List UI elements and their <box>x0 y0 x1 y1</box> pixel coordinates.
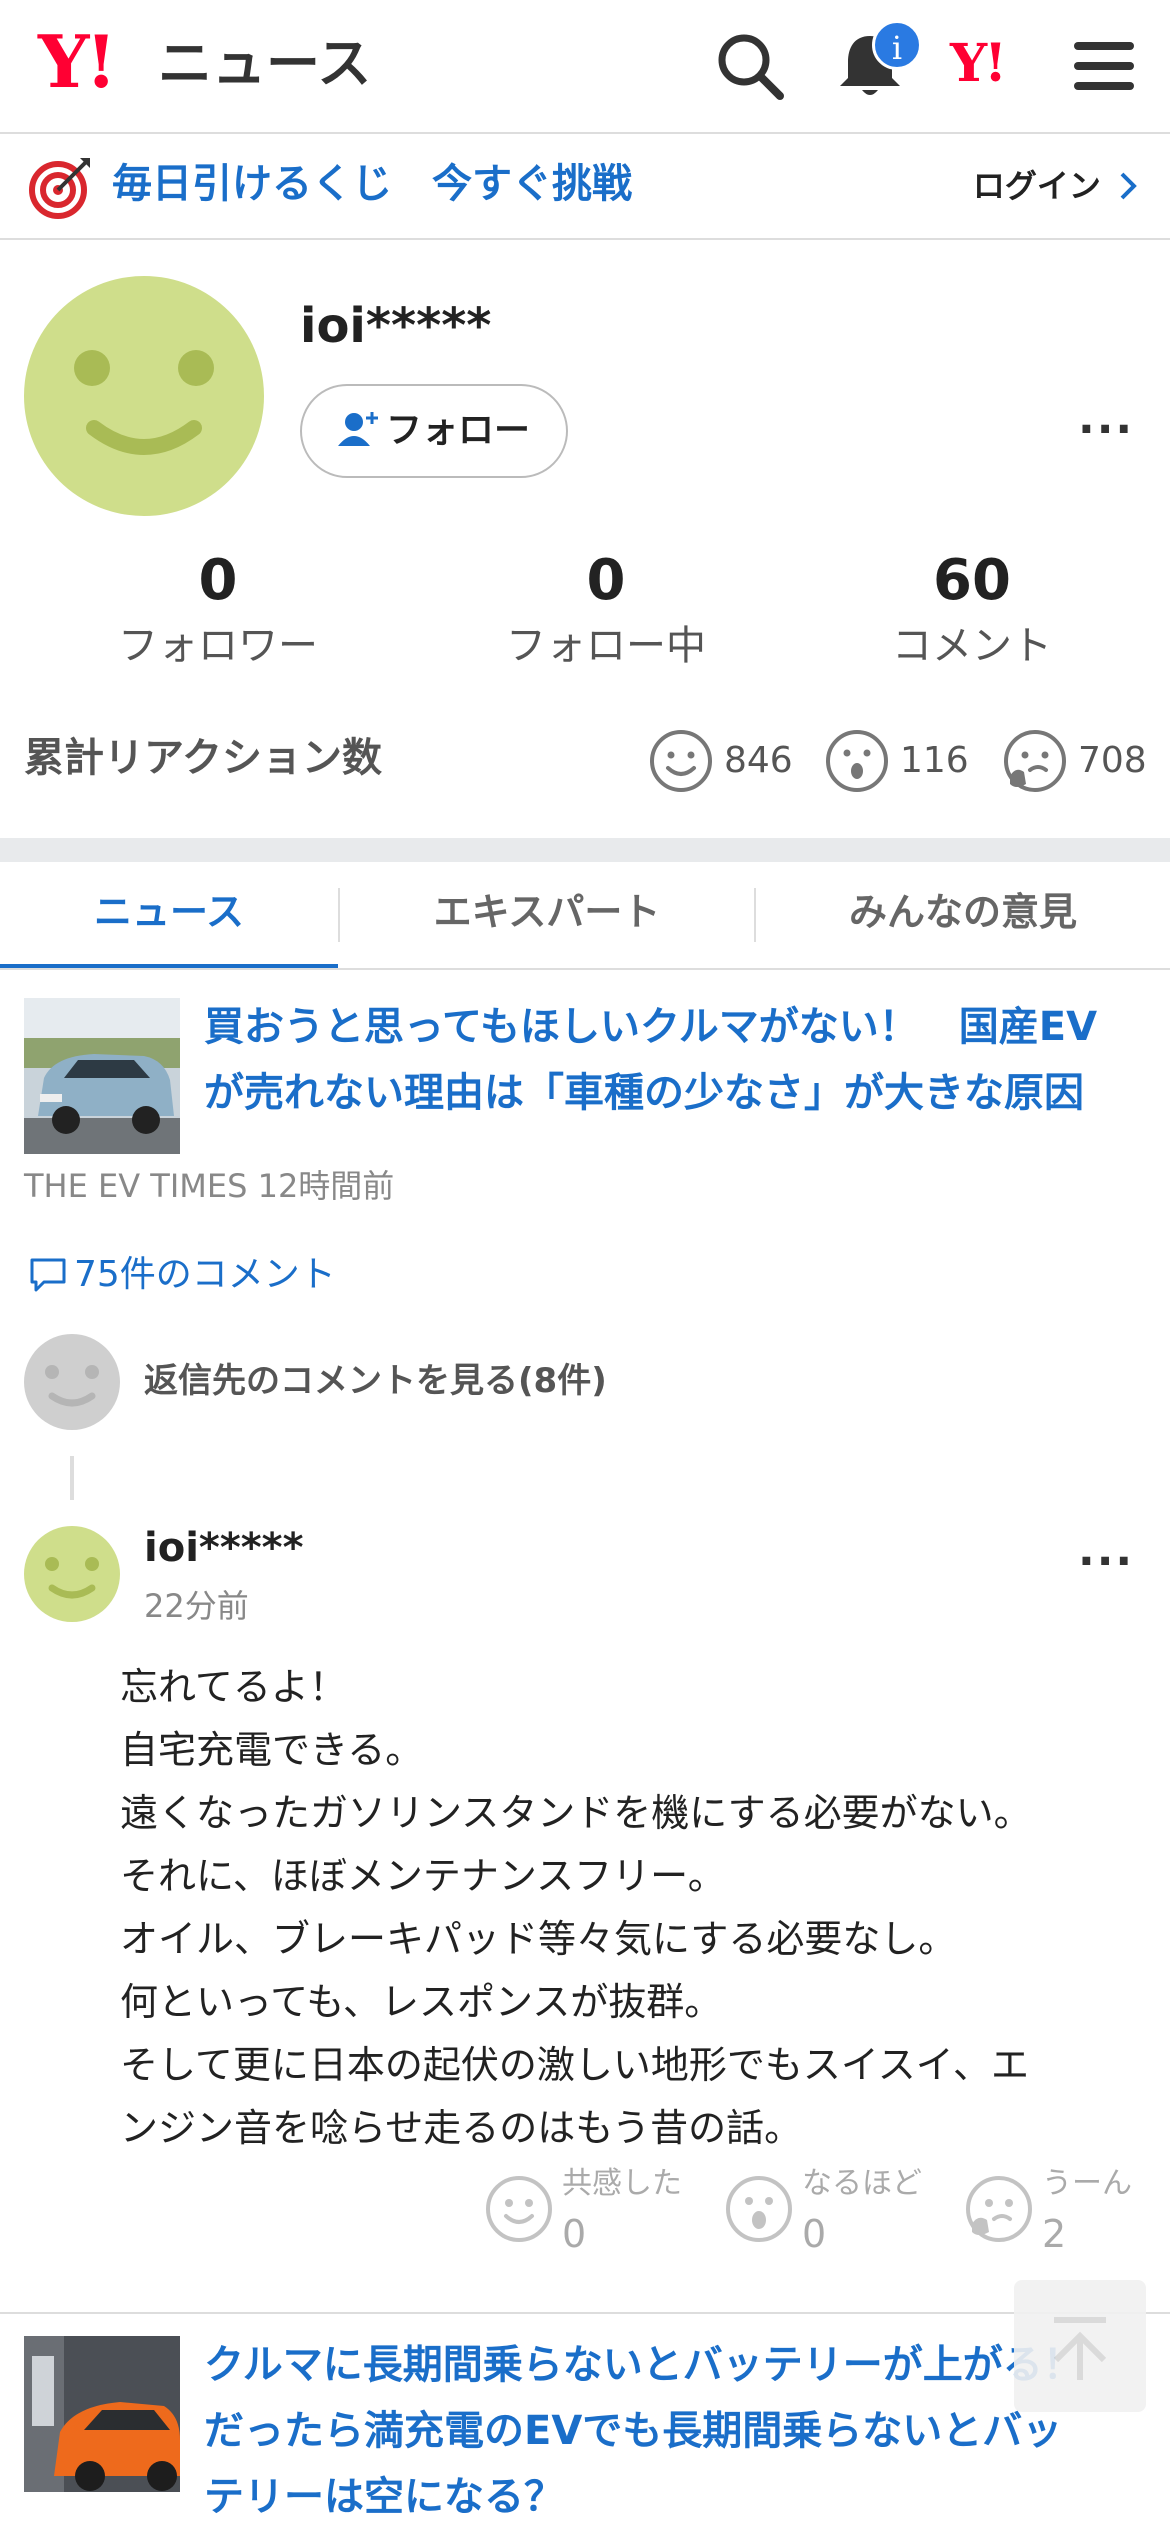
login-label: ログイン <box>972 167 1101 205</box>
comment-line: 何といっても、レスポンスが抜群。 <box>120 1980 723 2024</box>
notification-badge: i <box>872 20 922 70</box>
comment-bubble-icon <box>30 1258 66 1292</box>
search-icon[interactable] <box>712 28 788 104</box>
yahoo-logo[interactable]: Y! <box>38 22 117 102</box>
tab-expert[interactable]: エキスパート <box>340 862 754 970</box>
following-label[interactable]: フォロー中 <box>456 618 756 674</box>
app-header: Y! ニュース i Y! <box>0 0 1170 134</box>
article-title-line: 買おうと思ってもほしいクルマがない！ 国産EV <box>204 1004 1098 1050</box>
smiley-avatar-icon <box>74 350 214 455</box>
target-icon <box>29 158 90 219</box>
profile-avatar <box>24 276 264 516</box>
comments-label[interactable]: コメント <box>822 618 1122 674</box>
article-title-link[interactable]: 買おうと思ってもほしいクルマがない！ 国産EV が売れない理由は「車種の少なさ」… <box>204 994 1150 1126</box>
hmm-button[interactable] <box>964 2174 1034 2244</box>
profile-username: ioi***** <box>300 298 492 354</box>
comment-username[interactable]: ioi***** <box>144 1520 304 1576</box>
article-comments-link[interactable]: 75件のコメント <box>28 1250 336 1300</box>
smiley-avatar-icon <box>45 1557 99 1599</box>
comments-link-label: 75件のコメント <box>74 1254 336 1295</box>
item-divider <box>0 2312 1170 2314</box>
insightful-button[interactable] <box>724 2174 794 2244</box>
arrow-up-icon <box>1053 2317 1107 2380</box>
comment-line: 自宅充電できる。 <box>120 1728 424 1772</box>
comment-line: そして更に日本の起伏の激しい地形でもスイスイ、エ <box>120 2043 1029 2087</box>
reply-parent-avatar <box>24 1334 120 1430</box>
article-thumbnail-image[interactable] <box>24 2336 180 2492</box>
tab-opinions[interactable]: みんなの意見 <box>756 862 1170 970</box>
empathize-label: 共感した <box>562 2166 682 2201</box>
followers-label[interactable]: フォロワー <box>68 618 368 674</box>
thread-connector-line <box>70 1456 74 1500</box>
following-count[interactable]: 0 <box>456 548 756 614</box>
tabs-bottom-border <box>0 968 1170 970</box>
reaction-count-smile: 846 <box>724 740 793 781</box>
comment-line: それに、ほぼメンテナンスフリー。 <box>120 1854 726 1898</box>
section-separator <box>0 838 1170 862</box>
promo-bar: 毎日引けるくじ 今すぐ挑戦 ログイン <box>0 134 1170 240</box>
insightful-count: 0 <box>802 2212 827 2256</box>
hmm-count: 2 <box>1042 2212 1067 2256</box>
view-reply-target-link[interactable]: 返信先のコメントを見る(8件) <box>144 1356 607 1406</box>
article-title-link[interactable]: クルマに長期間乗らないとバッテリーが上がる！ だったら満充電のEVでも長期間乗ら… <box>204 2332 1150 2530</box>
profile-more-button[interactable]: ··· <box>1078 408 1134 452</box>
comment-user-avatar[interactable] <box>24 1526 120 1622</box>
article-thumbnail-image[interactable] <box>24 998 180 1154</box>
smile-face-icon <box>650 730 712 792</box>
followers-count[interactable]: 0 <box>68 548 368 614</box>
article-source-time: THE EV TIMES 12時間前 <box>24 1167 395 1205</box>
empathize-button[interactable] <box>484 2174 554 2244</box>
follow-label: フォロー <box>385 410 530 451</box>
comment-line: 忘れてるよ！ <box>120 1665 347 1709</box>
reaction-count-thinking: 708 <box>1078 740 1147 781</box>
article-title-line: が売れない理由は「車種の少なさ」が大きな原因 <box>204 1070 1084 1116</box>
tab-news[interactable]: ニュース <box>0 862 338 970</box>
login-link[interactable]: ログイン <box>973 164 1140 208</box>
add-user-icon <box>337 412 378 446</box>
hmm-label: うーん <box>1042 2166 1132 2201</box>
smiley-avatar-icon <box>45 1365 99 1407</box>
article-title-line: だったら満充電のEVでも長期間乗らないとバッ <box>204 2408 1063 2454</box>
comment-line: ンジン音を唸らせ走るのはもう昔の話。 <box>120 2106 803 2150</box>
insightful-label: なるほど <box>802 2166 922 2201</box>
comments-count[interactable]: 60 <box>822 548 1122 614</box>
back-to-top-button[interactable] <box>1014 2280 1146 2412</box>
reaction-count-surprised: 116 <box>900 740 969 781</box>
article-title-line: クルマに長期間乗らないとバッテリーが上がる！ <box>204 2342 1083 2388</box>
thinking-face-icon <box>1004 730 1066 792</box>
comment-body: 忘れてるよ！ 自宅充電できる。 遠くなったガソリンスタンドを機にする必要がない。… <box>120 1656 1150 2160</box>
article-title-line: テリーは空になる？ <box>204 2474 564 2520</box>
lottery-promo-link[interactable]: 毎日引けるくじ 今すぐ挑戦 <box>112 156 632 212</box>
yahoo-top-link[interactable]: Y! <box>950 34 1007 94</box>
comment-more-button[interactable]: ··· <box>1078 1540 1134 1584</box>
empathize-count: 0 <box>562 2212 587 2256</box>
surprised-face-icon <box>826 730 888 792</box>
chevron-right-icon <box>1120 172 1137 200</box>
follow-button[interactable]: フォロー <box>300 384 568 478</box>
news-logo-text[interactable]: ニュース <box>158 34 371 94</box>
comment-line: オイル、ブレーキパッド等々気にする必要なし。 <box>120 1917 957 1961</box>
total-reactions-title: 累計リアクション数 <box>24 735 382 781</box>
comment-line: 遠くなったガソリンスタンドを機にする必要がない。 <box>120 1791 1032 1835</box>
comment-timestamp: 22分前 <box>144 1587 249 1625</box>
menu-icon[interactable] <box>1066 28 1142 104</box>
